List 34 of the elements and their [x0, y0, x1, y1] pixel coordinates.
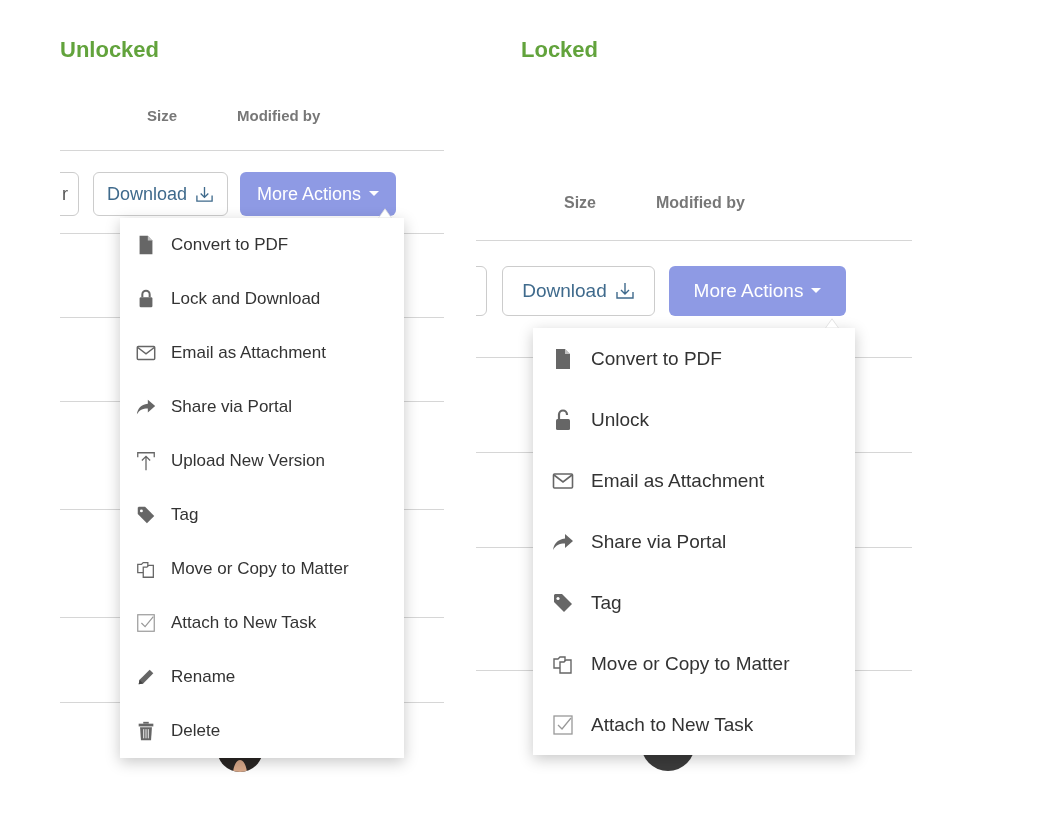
download-icon	[614, 281, 635, 301]
menu-item[interactable]: Convert to PDF	[120, 218, 404, 272]
menu-item[interactable]: Rename	[120, 650, 404, 704]
menu-item[interactable]: Convert to PDF	[533, 328, 855, 389]
column-header: Size	[564, 193, 596, 213]
checkbox-icon	[135, 612, 157, 634]
checkbox-icon	[551, 712, 575, 737]
menu-item[interactable]: Share via Portal	[533, 511, 855, 572]
caret-icon	[811, 288, 822, 294]
menu-item[interactable]: Move or Copy to Matter	[533, 633, 855, 694]
download-button[interactable]: Download	[502, 266, 655, 316]
download-icon	[195, 184, 215, 204]
menu-item[interactable]: Move or Copy to Matter	[120, 542, 404, 596]
caret-icon	[369, 191, 379, 197]
menu-item[interactable]: Attach to New Task	[533, 694, 855, 755]
column-header: Modified by	[656, 193, 745, 213]
column-header: Modified by	[237, 106, 321, 126]
menu-item[interactable]: Email as Attachment	[120, 326, 404, 380]
menu-item[interactable]: Attach to New Task	[120, 596, 404, 650]
menu-item[interactable]: Tag	[533, 572, 855, 633]
button[interactable]: r	[60, 172, 79, 216]
column-header: Size	[147, 106, 177, 126]
menu-item[interactable]: Upload New Version	[120, 434, 404, 488]
menu-item[interactable]: Delete	[120, 704, 404, 758]
section-heading: Unlocked	[60, 36, 161, 64]
menu-item[interactable]: Lock and Download	[120, 272, 404, 326]
menu-item[interactable]: Unlock	[533, 389, 855, 450]
download-button[interactable]: Download	[93, 172, 228, 216]
menu-item[interactable]: Email as Attachment	[533, 450, 855, 511]
menu-item[interactable]: Share via Portal	[120, 380, 404, 434]
menu-item[interactable]: Tag	[120, 488, 404, 542]
upload-icon	[135, 450, 157, 472]
section-heading: Locked	[521, 36, 600, 64]
tag-icon	[135, 504, 157, 526]
